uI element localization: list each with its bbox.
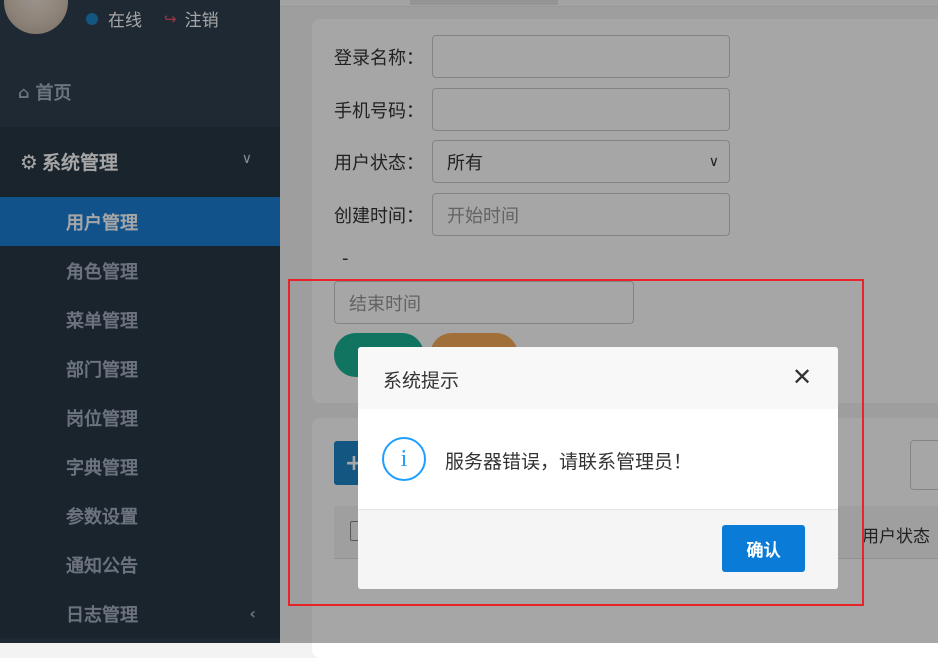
highlight-box [288,279,864,606]
